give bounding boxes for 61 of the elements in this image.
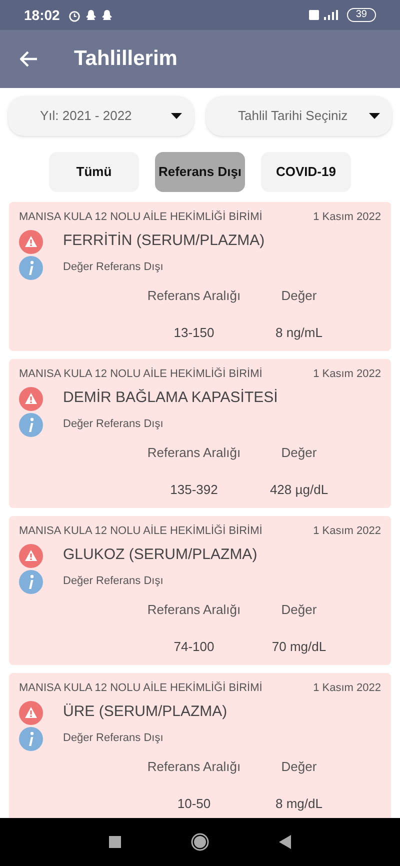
warning-icon bbox=[19, 700, 43, 724]
caret-icon bbox=[171, 113, 182, 119]
result-value: 70 mg/dL bbox=[270, 638, 328, 656]
result-value: 8 ng/mL bbox=[274, 324, 324, 342]
result-date: 1 Kasım 2022 bbox=[313, 524, 381, 539]
facility-name: MANISA KULA 12 NOLU AİLE HEKİMLİĞİ BİRİMİ bbox=[19, 366, 262, 382]
filter-dropdown[interactable]: Tahlil Tarihi Seçiniz bbox=[206, 96, 392, 136]
status-time: 18:02 bbox=[24, 6, 60, 24]
signal-icon bbox=[308, 9, 339, 21]
result-card[interactable]: MANISA KULA 12 NOLU AİLE HEKİMLİĞİ BİRİMİ 1 Kasım 2022 FERRİTİN (SERUM/PLAZMA) Değer Referans Dışı Referans Aralığı Değer 13-150 8 ng/mL bbox=[9, 202, 391, 351]
facility-name: MANISA KULA 12 NOLU AİLE HEKİMLİĞİ BİRİMİ bbox=[19, 680, 262, 696]
filter-dropdown[interactable]: Yıl: 2021 - 2022 bbox=[8, 96, 194, 136]
result-value: 428 µg/dL bbox=[268, 481, 330, 499]
range-label: Referans Aralığı bbox=[146, 758, 242, 776]
info-icon bbox=[19, 726, 43, 750]
range-value: 135-392 bbox=[169, 481, 219, 499]
warning-icon bbox=[19, 386, 43, 410]
back-arrow-icon[interactable] bbox=[20, 51, 38, 67]
info-icon bbox=[19, 570, 43, 594]
value-label: Değer bbox=[280, 444, 318, 462]
test-name: DEMİR BAĞLAMA KAPASİTESİ bbox=[63, 388, 278, 408]
range-label: Referans Aralığı bbox=[146, 286, 242, 305]
test-name: FERRİTİN (SERUM/PLAZMA) bbox=[63, 231, 265, 252]
range-value: 74-100 bbox=[172, 638, 216, 656]
result-card[interactable]: MANISA KULA 12 NOLU AİLE HEKİMLİĞİ BİRİMİ 1 Kasım 2022 DEMİR BAĞLAMA KAPASİTESİ Değer Referans Dışı Referans Aralığı Değer 135-392 428 µg/dL bbox=[9, 359, 391, 508]
range-value: 13-150 bbox=[172, 324, 216, 342]
test-name: GLUKOZ (SERUM/PLAZMA) bbox=[63, 545, 258, 566]
result-date: 1 Kasım 2022 bbox=[313, 367, 381, 382]
result-card[interactable]: MANISA KULA 12 NOLU AİLE HEKİMLİĞİ BİRİMİ 1 Kasım 2022 GLUKOZ (SERUM/PLAZMA) Değer Referans Dışı Referans Aralığı Değer 74-100 70 mg/dL bbox=[9, 516, 391, 665]
warning-icon bbox=[19, 544, 43, 568]
battery-indicator: 39 bbox=[346, 8, 376, 22]
value-label: Değer bbox=[280, 600, 318, 619]
facility-name: MANISA KULA 12 NOLU AİLE HEKİMLİĞİ BİRİMİ bbox=[19, 210, 262, 225]
range-label: Referans Aralığı bbox=[146, 444, 242, 462]
status-text: Değer Referans Dışı bbox=[63, 417, 164, 432]
result-date: 1 Kasım 2022 bbox=[313, 681, 381, 696]
filter-tab[interactable]: COVID-19 bbox=[261, 152, 351, 192]
result-date: 1 Kasım 2022 bbox=[313, 210, 381, 225]
back-icon[interactable] bbox=[279, 835, 291, 849]
status-text: Değer Referans Dışı bbox=[63, 574, 164, 590]
result-value: 8 mg/dL bbox=[274, 795, 324, 813]
ghost-icon bbox=[100, 8, 113, 22]
page-title: Tahlillerim bbox=[74, 46, 178, 72]
facility-name: MANISA KULA 12 NOLU AİLE HEKİMLİĞİ BİRİMİ bbox=[19, 524, 262, 539]
info-icon bbox=[19, 256, 43, 280]
filter-tab[interactable]: Referans Dışı bbox=[155, 152, 245, 192]
result-card[interactable]: MANISA KULA 12 NOLU AİLE HEKİMLİĞİ BİRİMİ 1 Kasım 2022 ÜRE (SERUM/PLAZMA) Değer Referans Dışı Referans Aralığı Değer 10-50 8 mg/dL bbox=[9, 673, 391, 818]
info-icon bbox=[19, 412, 43, 436]
test-name: ÜRE (SERUM/PLAZMA) bbox=[63, 702, 228, 722]
home-icon[interactable] bbox=[191, 833, 209, 851]
alarm-icon bbox=[68, 8, 81, 22]
range-label: Referans Aralığı bbox=[146, 600, 242, 619]
caret-icon bbox=[369, 113, 380, 119]
filter-tab[interactable]: Tümü bbox=[49, 152, 139, 192]
warning-icon bbox=[19, 230, 43, 254]
range-value: 10-50 bbox=[176, 795, 212, 813]
status-text: Değer Referans Dışı bbox=[63, 260, 164, 276]
value-label: Değer bbox=[280, 286, 318, 305]
value-label: Değer bbox=[280, 758, 318, 776]
ghost-icon bbox=[84, 8, 97, 22]
status-text: Değer Referans Dışı bbox=[63, 731, 164, 746]
